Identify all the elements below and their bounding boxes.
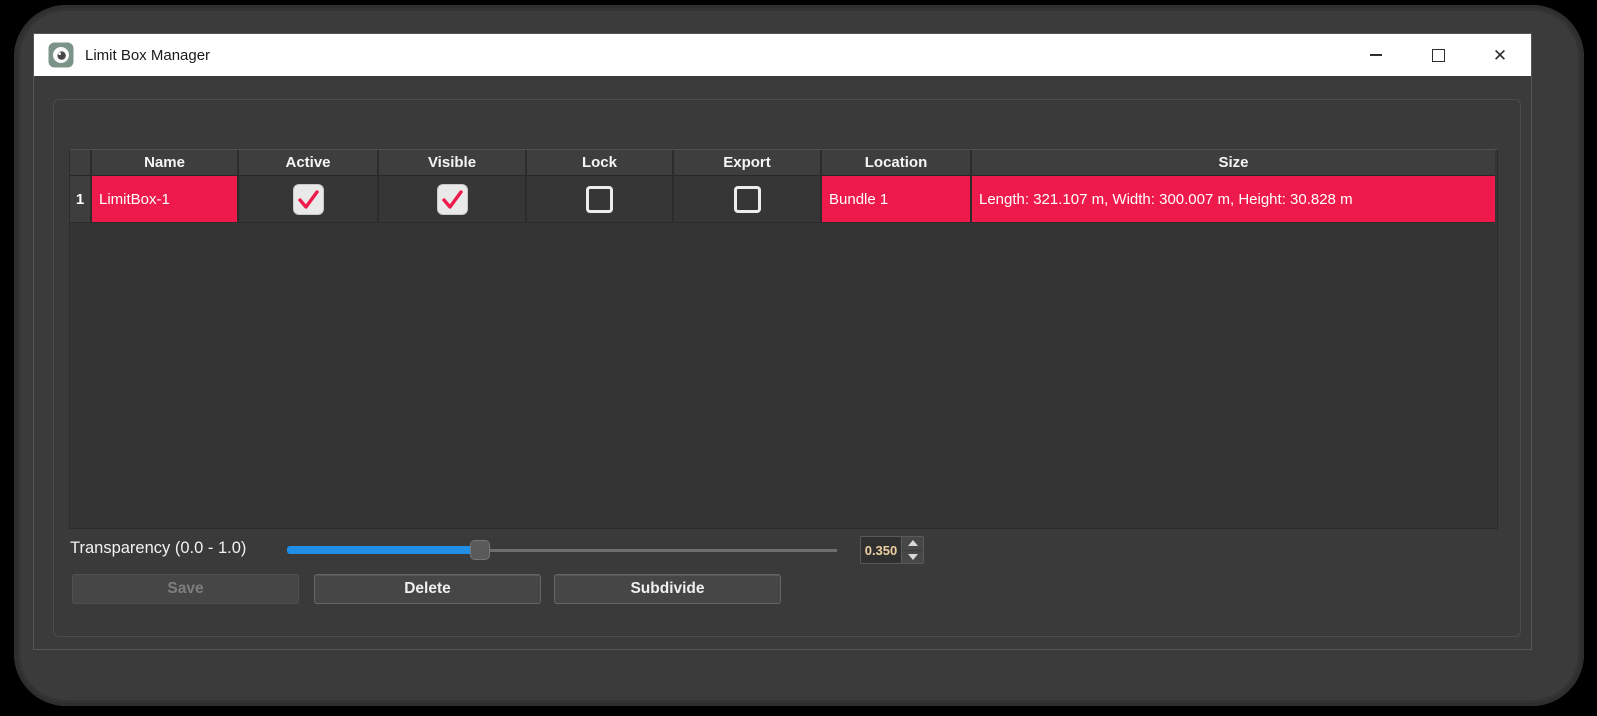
column-header-location: Location	[822, 150, 972, 176]
app-icon	[48, 42, 74, 68]
export-cell[interactable]	[674, 176, 822, 223]
location-cell[interactable]: Bundle 1	[822, 176, 972, 223]
transparency-label: Transparency (0.0 - 1.0)	[70, 539, 246, 558]
column-header-size: Size	[972, 150, 1495, 176]
column-header-name: Name	[92, 150, 239, 176]
slider-handle[interactable]	[470, 540, 490, 560]
chevron-down-icon	[908, 554, 918, 560]
transparency-spinbox[interactable]: 0.350	[860, 536, 924, 564]
visible-checkbox[interactable]	[438, 185, 467, 214]
save-button[interactable]: Save	[72, 574, 299, 604]
limit-box-manager-dialog: Limit Box Manager ✕ Name Active Visible	[33, 33, 1532, 650]
active-checkbox[interactable]	[294, 185, 323, 214]
checkmark-icon	[297, 189, 320, 210]
spin-buttons	[901, 537, 923, 563]
active-cell[interactable]	[239, 176, 379, 223]
table-header-row: Name Active Visible Lock Export Location…	[70, 150, 1497, 176]
window-title: Limit Box Manager	[85, 47, 210, 64]
limit-box-table: Name Active Visible Lock Export Location…	[69, 149, 1498, 529]
table-row: 1 LimitBox-1	[70, 176, 1497, 223]
maximize-button[interactable]	[1407, 34, 1469, 76]
row-header[interactable]: 1	[70, 176, 92, 223]
content-panel: Name Active Visible Lock Export Location…	[53, 99, 1521, 637]
checkmark-icon	[441, 189, 464, 210]
slider-fill	[287, 546, 480, 554]
minimize-button[interactable]	[1345, 34, 1407, 76]
window-controls: ✕	[1345, 34, 1531, 76]
column-header-active: Active	[239, 150, 379, 176]
transparency-slider[interactable]	[287, 536, 837, 564]
lock-checkbox[interactable]	[586, 186, 613, 213]
dialog-body: Name Active Visible Lock Export Location…	[34, 76, 1531, 649]
spin-up-button[interactable]	[902, 537, 923, 550]
visible-cell[interactable]	[379, 176, 527, 223]
chevron-up-icon	[908, 540, 918, 546]
name-cell[interactable]: LimitBox-1	[92, 176, 239, 223]
close-button[interactable]: ✕	[1469, 34, 1531, 76]
transparency-controls: Transparency (0.0 - 1.0) 0.350	[69, 536, 1509, 564]
size-cell[interactable]: Length: 321.107 m, Width: 300.007 m, Hei…	[972, 176, 1495, 223]
transparency-value[interactable]: 0.350	[861, 537, 901, 563]
maximize-icon	[1432, 49, 1445, 62]
export-checkbox[interactable]	[734, 186, 761, 213]
spin-down-button[interactable]	[902, 550, 923, 564]
close-icon: ✕	[1493, 47, 1507, 64]
column-header-export: Export	[674, 150, 822, 176]
lock-cell[interactable]	[527, 176, 674, 223]
titlebar[interactable]: Limit Box Manager ✕	[34, 34, 1531, 76]
column-header-lock: Lock	[527, 150, 674, 176]
table-corner-cell	[70, 150, 92, 176]
column-header-visible: Visible	[379, 150, 527, 176]
subdivide-button[interactable]: Subdivide	[554, 574, 781, 604]
delete-button[interactable]: Delete	[314, 574, 541, 604]
minimize-icon	[1370, 54, 1382, 56]
